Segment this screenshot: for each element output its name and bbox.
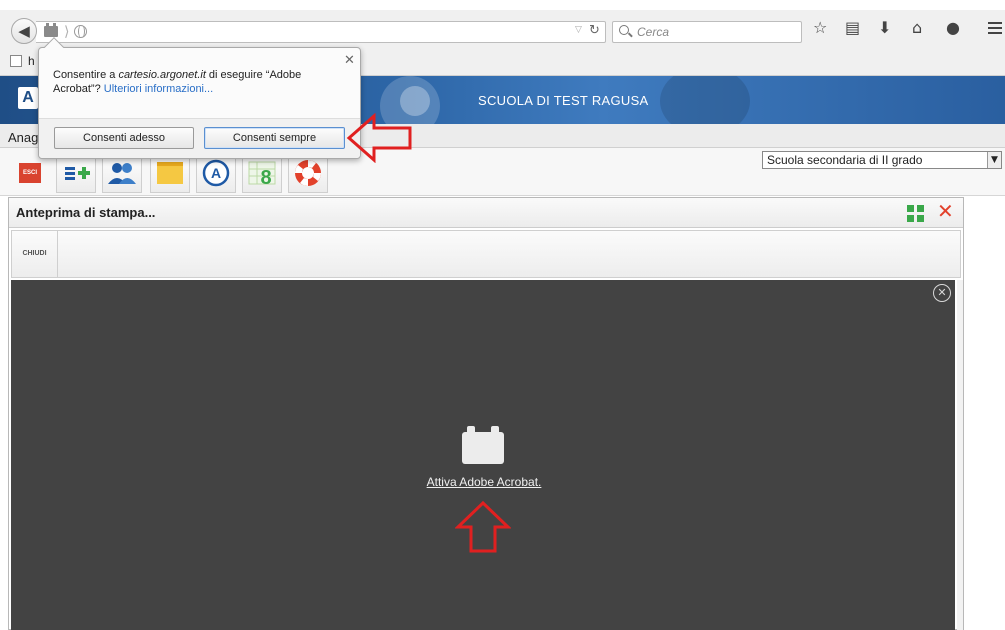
bookmark-star-icon[interactable]: ☆ xyxy=(813,20,827,36)
help-button[interactable] xyxy=(288,153,328,193)
back-arrow-icon: ◀ xyxy=(18,22,30,40)
url-separator: ⟩ xyxy=(64,23,70,39)
chiudi-button[interactable]: CHIUDI xyxy=(12,231,58,277)
allow-now-button[interactable]: Consenti adesso xyxy=(54,127,194,149)
letter-a-icon: A xyxy=(202,159,230,187)
globe-icon xyxy=(74,25,87,38)
school-level-select[interactable]: Scuola secondaria di II grado ▼ xyxy=(762,151,1002,169)
popup-message: Consentire a cartesio.argonet.it di eseg… xyxy=(53,68,343,96)
grades-button[interactable]: 8 xyxy=(242,153,282,193)
search-icon xyxy=(619,25,629,35)
exit-icon: ESCI xyxy=(19,163,41,183)
preview-toolbar: CHIUDI xyxy=(11,230,961,278)
header-decoration xyxy=(660,76,750,124)
reading-list-icon[interactable]: ▤ xyxy=(845,20,860,36)
school-title: SCUOLA DI TEST RAGUSA xyxy=(478,93,649,108)
chat-icon[interactable]: ● xyxy=(946,20,960,36)
a-circle-button[interactable]: A xyxy=(196,153,236,193)
menu-item-anagrafe[interactable]: Anag xyxy=(8,130,38,145)
hamburger-menu-icon[interactable] xyxy=(988,22,1002,34)
reload-icon[interactable]: ↻ xyxy=(589,23,600,38)
header-decoration xyxy=(400,86,430,116)
svg-text:A: A xyxy=(211,165,221,181)
message-domain: cartesio.argonet.it xyxy=(118,69,206,81)
add-person-icon xyxy=(65,167,90,180)
allow-always-button[interactable]: Consenti sempre xyxy=(204,127,345,149)
preview-title: Anteprima di stampa... xyxy=(16,205,156,220)
annotation-arrow-up-icon xyxy=(455,500,511,553)
url-dropdown-icon[interactable]: ▽ xyxy=(575,25,582,35)
chevron-down-icon: ▼ xyxy=(987,152,1001,168)
app-logo: A xyxy=(18,87,38,109)
close-icon[interactable]: ✕ xyxy=(344,53,355,68)
add-student-button[interactable] xyxy=(56,153,96,193)
search-input[interactable]: Cerca xyxy=(612,21,802,43)
close-circle-icon[interactable]: ✕ xyxy=(933,284,951,302)
browser-window: ⟩ ▽ ↻ ◀ Cerca ☆ ▤ ⬇ ⌂ ● h A SCUOLA DI TE… xyxy=(0,0,1005,630)
maximize-icon[interactable] xyxy=(907,205,924,222)
school-level-value: Scuola secondaria di II grado xyxy=(767,153,923,167)
close-icon[interactable]: ✕ xyxy=(937,201,954,221)
plugin-block-icon[interactable] xyxy=(462,426,504,464)
bookmark-page-icon[interactable] xyxy=(10,55,22,67)
note-icon xyxy=(157,162,183,184)
grid-8-icon: 8 xyxy=(248,161,276,189)
plugin-permission-popup: ✕ Consentire a cartesio.argonet.it di es… xyxy=(38,37,361,159)
preview-titlebar: Anteprima di stampa... ✕ xyxy=(9,198,963,228)
message-prefix: Consentire a xyxy=(53,69,119,81)
more-info-link[interactable]: Ulteriori informazioni... xyxy=(104,83,213,95)
pdf-viewer: ✕ Attiva Adobe Acrobat. xyxy=(11,280,955,630)
notes-button[interactable] xyxy=(150,153,190,193)
scrollbar[interactable] xyxy=(957,280,963,630)
back-button[interactable]: ◀ xyxy=(11,18,37,44)
svg-text:8: 8 xyxy=(260,167,271,189)
download-icon[interactable]: ⬇ xyxy=(878,20,891,36)
url-bar[interactable]: ⟩ ▽ ↻ xyxy=(36,21,606,43)
annotation-arrow-left-icon xyxy=(346,113,412,163)
search-placeholder: Cerca xyxy=(637,25,670,39)
users-button[interactable] xyxy=(102,153,142,193)
users-icon xyxy=(108,163,136,184)
popup-footer: Consenti adesso Consenti sempre xyxy=(39,118,360,158)
bookmark-item[interactable]: h xyxy=(28,54,35,68)
plugin-icon[interactable] xyxy=(44,23,58,37)
activate-acrobat-link[interactable]: Attiva Adobe Acrobat. xyxy=(389,475,579,489)
esci-button[interactable]: ESCI xyxy=(10,153,50,193)
print-preview-window: Anteprima di stampa... ✕ CHIUDI ✕ Attiva… xyxy=(8,197,964,630)
home-icon[interactable]: ⌂ xyxy=(912,20,922,36)
lifebuoy-icon xyxy=(295,160,321,186)
